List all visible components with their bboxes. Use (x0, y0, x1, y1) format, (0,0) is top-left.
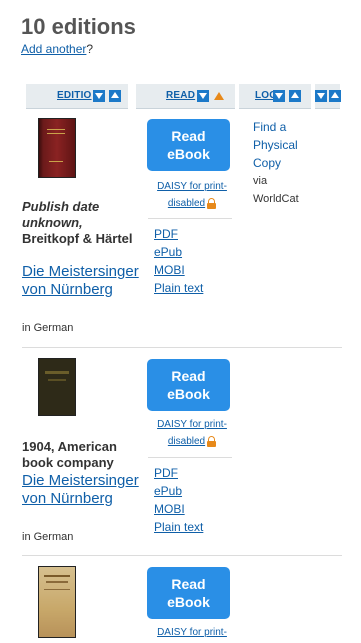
find-physical-copy: Find a Physical Copy via WorldCat (253, 118, 299, 208)
read-ebook-button[interactable]: Read eBook (147, 359, 230, 411)
column-header-read[interactable]: READ (136, 84, 235, 109)
daisy-link[interactable]: DAISY for print- disabled (149, 416, 235, 450)
book-cover-3[interactable] (38, 566, 76, 638)
pdf-link[interactable]: PDF (154, 225, 203, 243)
find-copy-line-1[interactable]: Find a (253, 118, 299, 136)
mobi-link[interactable]: MOBI (154, 500, 203, 518)
sort-asc-icon[interactable] (289, 90, 301, 102)
daisy-link[interactable]: DAISY for print- (149, 624, 235, 641)
column-header-edition[interactable]: EDITIO (26, 84, 128, 109)
lock-icon (207, 197, 217, 209)
publish-info: 1904, American book company (22, 439, 117, 470)
worldcat-label: WorldCat (253, 193, 299, 205)
plain-text-link[interactable]: Plain text (154, 279, 203, 297)
edition-title-link[interactable]: Die Meistersinger von Nürnberg (22, 472, 142, 508)
lock-icon (207, 435, 217, 447)
epub-link[interactable]: ePub (154, 482, 203, 500)
sort-asc-active-icon[interactable] (214, 92, 224, 100)
sort-asc-icon[interactable] (329, 90, 341, 102)
epub-link[interactable]: ePub (154, 243, 203, 261)
add-another-link[interactable]: Add another (21, 42, 86, 56)
row-divider (22, 555, 342, 556)
format-links: PDF ePub MOBI Plain text (154, 464, 203, 536)
find-copy-line-2[interactable]: Physical (253, 136, 299, 154)
plain-text-link[interactable]: Plain text (154, 518, 203, 536)
book-cover-2[interactable] (38, 358, 76, 416)
pdf-link[interactable]: PDF (154, 464, 203, 482)
language-label: in German (22, 322, 74, 334)
publish-info: Publish date unknown, Breitkopf & Härtel (22, 199, 137, 247)
add-another-row: Add another? (21, 42, 94, 56)
read-ebook-button[interactable]: Read eBook (147, 119, 230, 171)
sort-desc-icon[interactable] (273, 90, 285, 102)
sort-desc-icon[interactable] (93, 90, 105, 102)
read-header-label[interactable]: READ (166, 90, 195, 101)
sort-desc-icon[interactable] (315, 90, 327, 102)
format-links: PDF ePub MOBI Plain text (154, 225, 203, 297)
read-ebook-button[interactable]: Read eBook (147, 567, 230, 619)
column-header-more[interactable] (315, 84, 341, 109)
mobi-link[interactable]: MOBI (154, 261, 203, 279)
via-label: via (253, 175, 268, 187)
sort-asc-icon[interactable] (109, 90, 121, 102)
publisher: Breitkopf & Härtel (22, 231, 133, 246)
publish-date: Publish date unknown, (22, 199, 100, 230)
editions-heading: 10 editions (21, 14, 136, 39)
daisy-link[interactable]: DAISY for print- disabled (149, 178, 235, 212)
language-label: in German (22, 531, 74, 543)
sort-desc-icon[interactable] (197, 90, 209, 102)
column-header-locate[interactable]: LOC (239, 84, 311, 109)
find-copy-line-3[interactable]: Copy (253, 154, 299, 172)
edition-header-label[interactable]: EDITIO (57, 90, 92, 101)
edition-title-link[interactable]: Die Meistersinger von Nürnberg (22, 263, 142, 299)
divider (148, 218, 232, 219)
book-cover-1[interactable] (38, 118, 76, 178)
divider (148, 457, 232, 458)
row-divider (22, 347, 342, 348)
